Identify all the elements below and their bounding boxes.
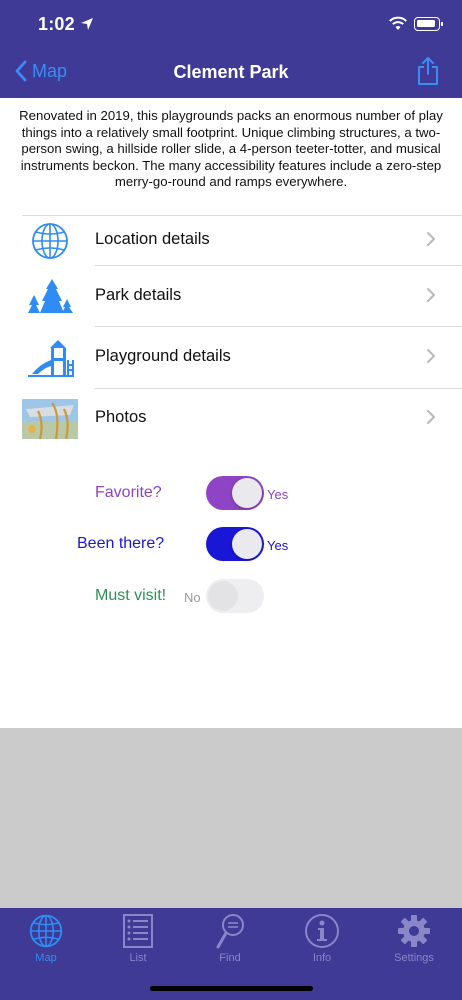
row-label: Location details xyxy=(95,230,210,248)
tab-label: Find xyxy=(219,952,241,964)
find-icon xyxy=(216,914,244,949)
info-icon xyxy=(305,914,339,948)
park-description: Renovated in 2019, this playgrounds pack… xyxy=(19,108,443,189)
row-label: Park details xyxy=(95,286,182,304)
must-visit-switch[interactable] xyxy=(206,579,264,613)
page-title: Clement Park xyxy=(173,62,289,82)
divider xyxy=(95,326,462,327)
tab-label: Settings xyxy=(394,952,434,964)
favorite-switch[interactable] xyxy=(206,476,264,510)
toggle-row-favorite: Favorite? Yes xyxy=(0,475,462,513)
playground-icon xyxy=(22,336,78,380)
photo-thumbnail xyxy=(22,399,78,439)
switch-knob xyxy=(232,478,262,508)
toggle-row-must-visit: Must visit! No xyxy=(0,578,462,616)
tab-list[interactable]: List xyxy=(98,912,178,968)
toggle-row-been-there: Been there? Yes xyxy=(0,526,462,564)
tab-label: Map xyxy=(35,952,57,964)
row-photos[interactable]: Photos xyxy=(0,389,462,449)
chevron-right-icon xyxy=(427,288,435,302)
chevron-right-icon xyxy=(427,349,435,363)
tab-find[interactable]: Find xyxy=(190,912,270,968)
divider xyxy=(95,265,462,266)
been-there-label: Been there? xyxy=(77,535,165,552)
tab-map[interactable]: Map xyxy=(6,912,86,968)
navigation-header: 1:02 Map Clement Park xyxy=(0,0,462,98)
share-icon[interactable] xyxy=(416,56,440,86)
tab-label: List xyxy=(129,952,147,964)
status-bar: 1:02 xyxy=(0,14,462,38)
chevron-right-icon xyxy=(427,410,435,424)
list-icon xyxy=(123,914,153,948)
tab-settings[interactable]: Settings xyxy=(374,912,454,968)
location-arrow-icon xyxy=(81,18,93,30)
chevron-right-icon xyxy=(427,232,435,246)
tab-label: Info xyxy=(312,952,332,964)
trees-icon xyxy=(22,275,78,319)
gear-icon xyxy=(398,915,430,947)
globe-icon xyxy=(29,914,63,948)
favorite-label: Favorite? xyxy=(95,484,162,501)
row-park-details[interactable]: Park details xyxy=(0,267,462,327)
home-indicator xyxy=(150,986,313,991)
empty-content-area xyxy=(0,728,462,908)
wifi-icon xyxy=(389,16,407,30)
row-playground-details[interactable]: Playground details xyxy=(0,328,462,388)
must-visit-state: No xyxy=(184,590,201,605)
been-there-switch[interactable] xyxy=(206,527,264,561)
favorite-state: Yes xyxy=(267,487,289,502)
status-time: 1:02 xyxy=(38,14,75,34)
nav-bar: Map Clement Park xyxy=(0,56,462,92)
switch-knob xyxy=(208,581,238,611)
must-visit-label: Must visit! xyxy=(95,587,167,604)
tab-info[interactable]: Info xyxy=(282,912,362,968)
battery-icon xyxy=(414,17,443,31)
row-location-details[interactable]: Location details xyxy=(0,211,462,271)
globe-icon xyxy=(22,219,78,263)
been-there-state: Yes xyxy=(267,538,289,553)
row-label: Playground details xyxy=(95,347,231,365)
switch-knob xyxy=(232,529,262,559)
row-label: Photos xyxy=(95,408,147,426)
